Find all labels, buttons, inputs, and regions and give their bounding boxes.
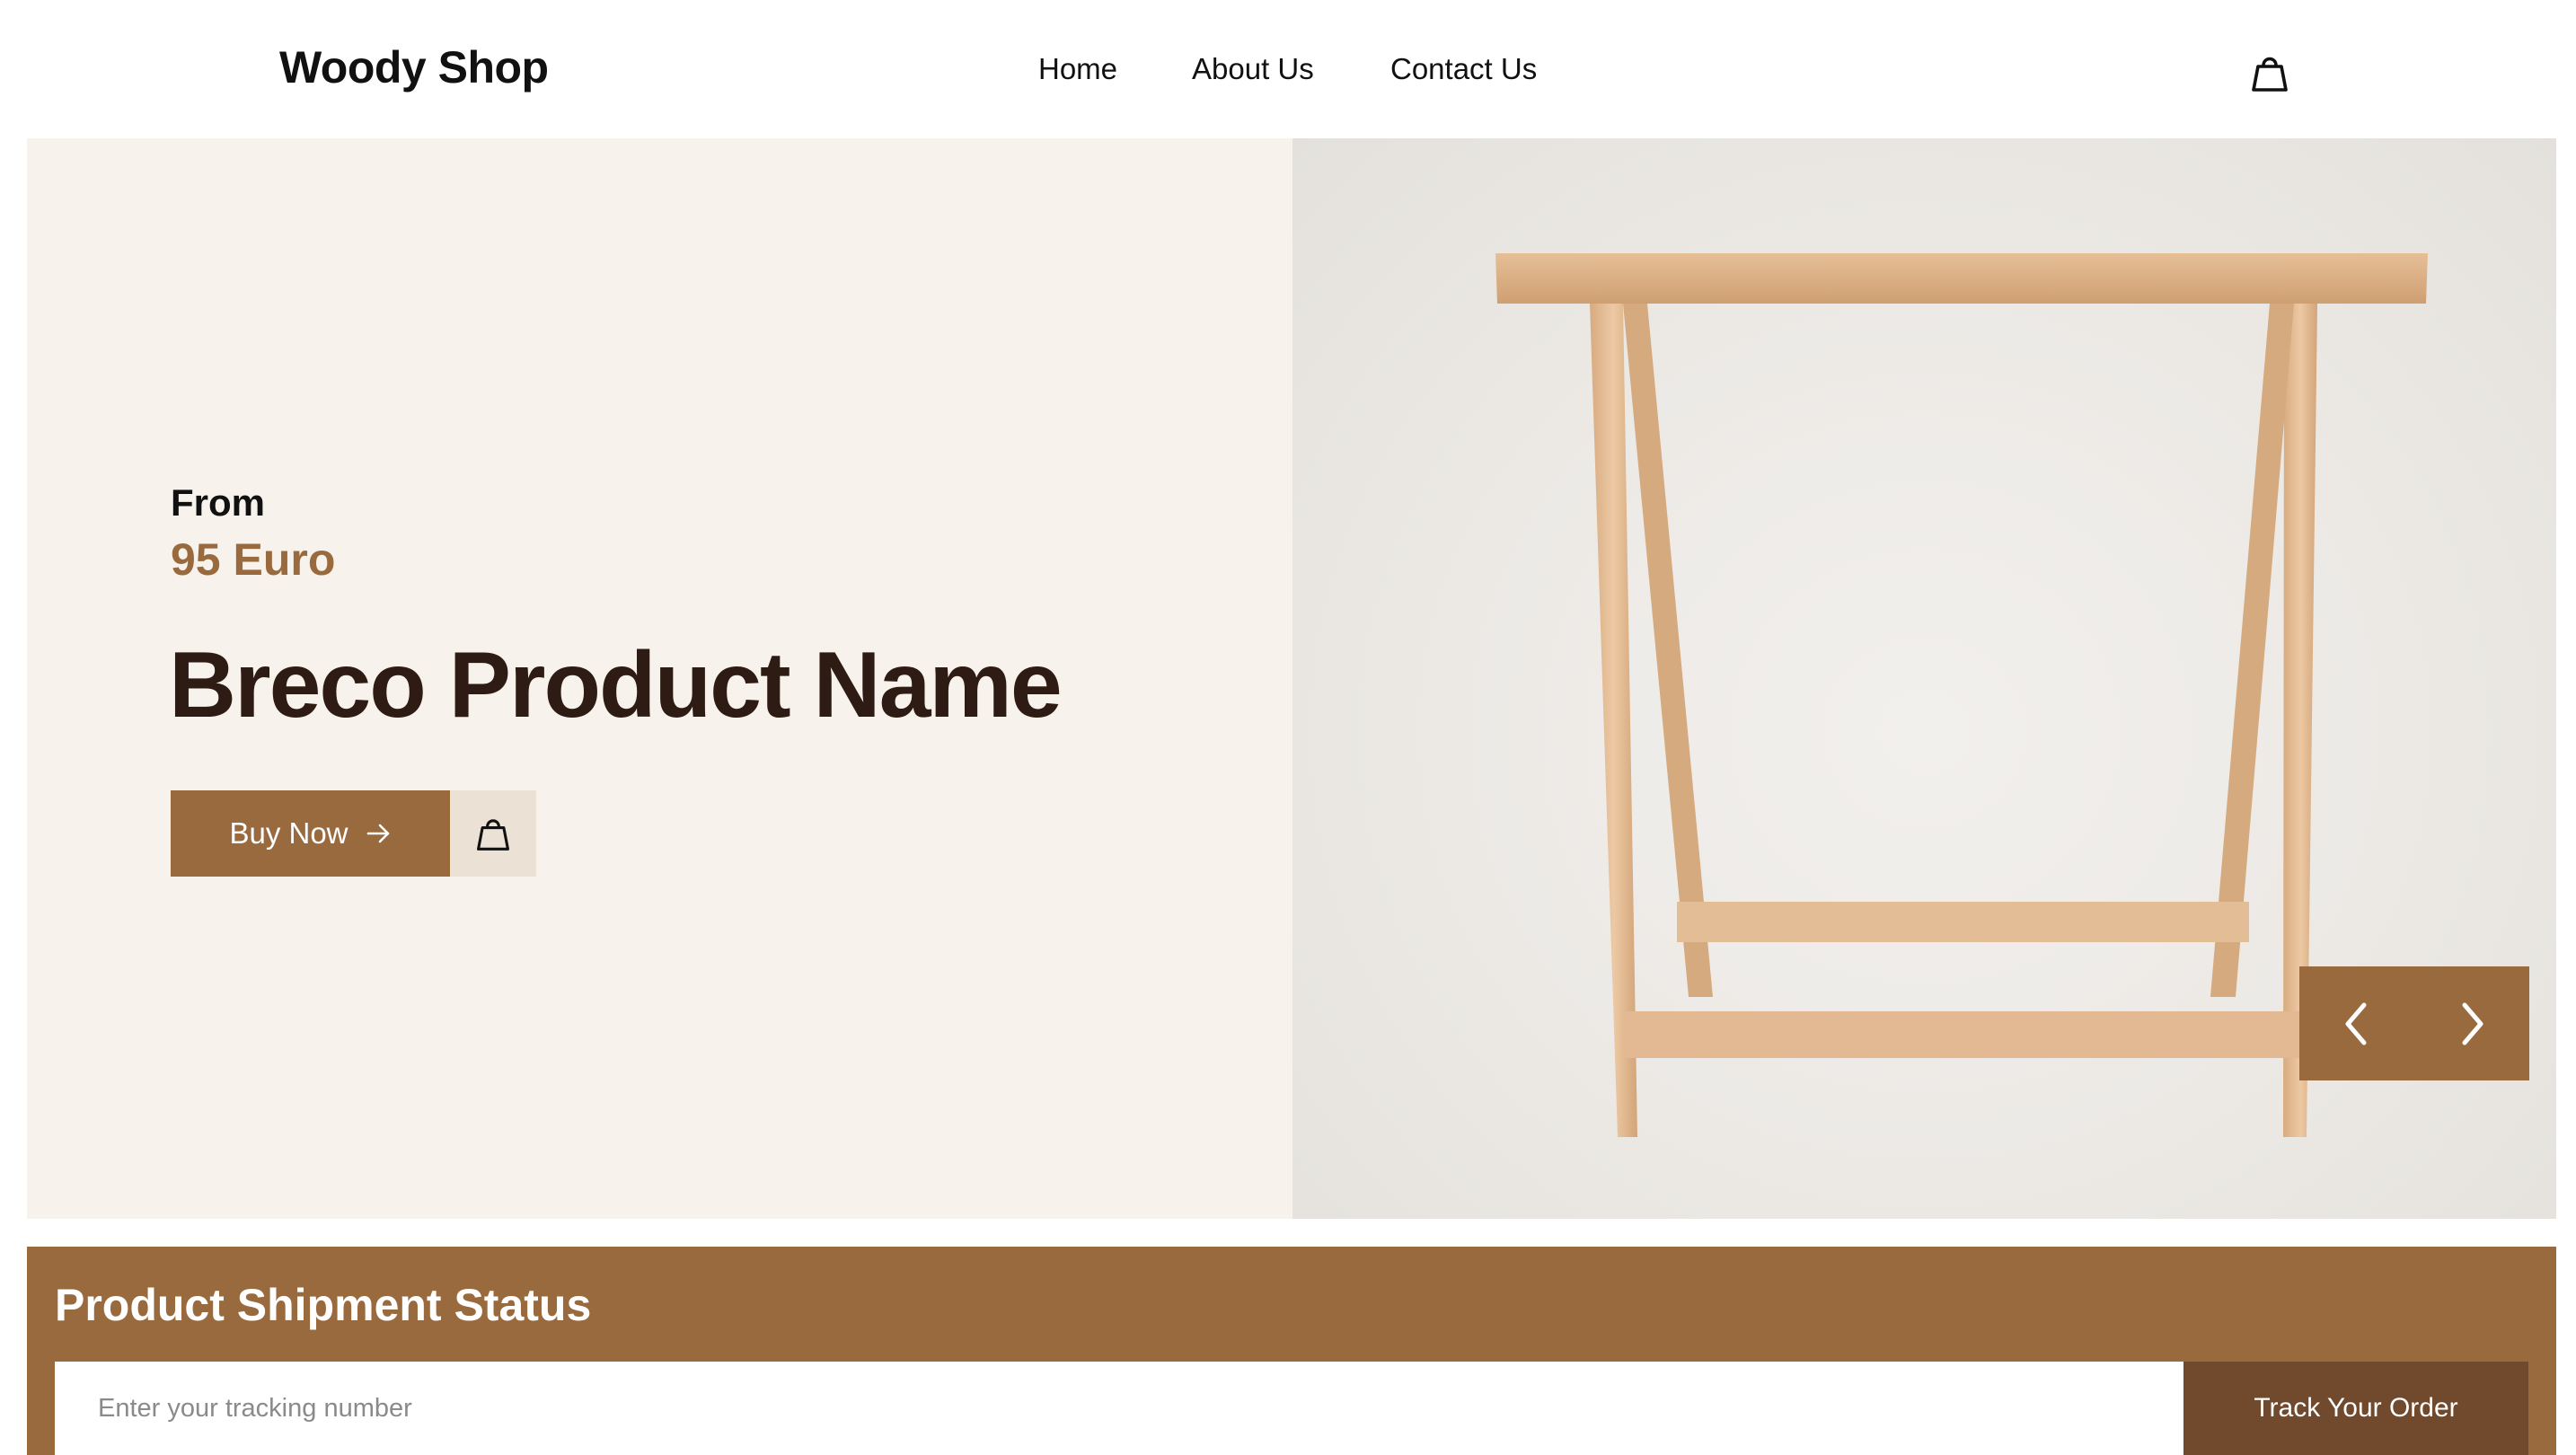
shipment-status-title: Product Shipment Status: [55, 1280, 592, 1330]
slider-controls: [2299, 966, 2529, 1080]
track-order-button[interactable]: Track Your Order: [2183, 1362, 2528, 1455]
cart-button[interactable]: [2242, 45, 2298, 101]
slider-next-button[interactable]: [2414, 966, 2529, 1080]
shipment-status-section: Product Shipment Status Track Your Order: [27, 1247, 2556, 1455]
add-to-cart-button[interactable]: [450, 790, 536, 877]
slider-prev-button[interactable]: [2299, 966, 2414, 1080]
hero-banner: From 95 Euro Breco Product Name Buy Now: [27, 138, 2556, 1219]
buy-now-button[interactable]: Buy Now: [171, 790, 450, 877]
shopping-bag-icon: [477, 819, 509, 851]
page: Woody Shop Home About Us Contact Us From…: [0, 0, 2576, 1455]
price-prefix: From: [171, 481, 265, 524]
nav-link-contact-us[interactable]: Contact Us: [1390, 52, 1537, 86]
shopping-bag-icon: [2252, 57, 2288, 92]
arrow-right-icon: [366, 824, 389, 843]
product-price: 95 Euro: [171, 534, 336, 585]
nav-link-about-us[interactable]: About Us: [1192, 52, 1314, 86]
site-logo[interactable]: Woody Shop: [279, 41, 549, 93]
product-title: Breco Product Name: [169, 633, 1063, 737]
buy-now-label: Buy Now: [229, 816, 348, 850]
chevron-left-icon: [2345, 1002, 2367, 1045]
chevron-right-icon: [2462, 1002, 2483, 1045]
nav-link-home[interactable]: Home: [1038, 52, 1117, 86]
site-header: Woody Shop Home About Us Contact Us: [0, 0, 2576, 138]
hero-content: From 95 Euro Breco Product Name Buy Now: [27, 138, 1292, 1219]
tracking-number-input[interactable]: [55, 1362, 2183, 1455]
